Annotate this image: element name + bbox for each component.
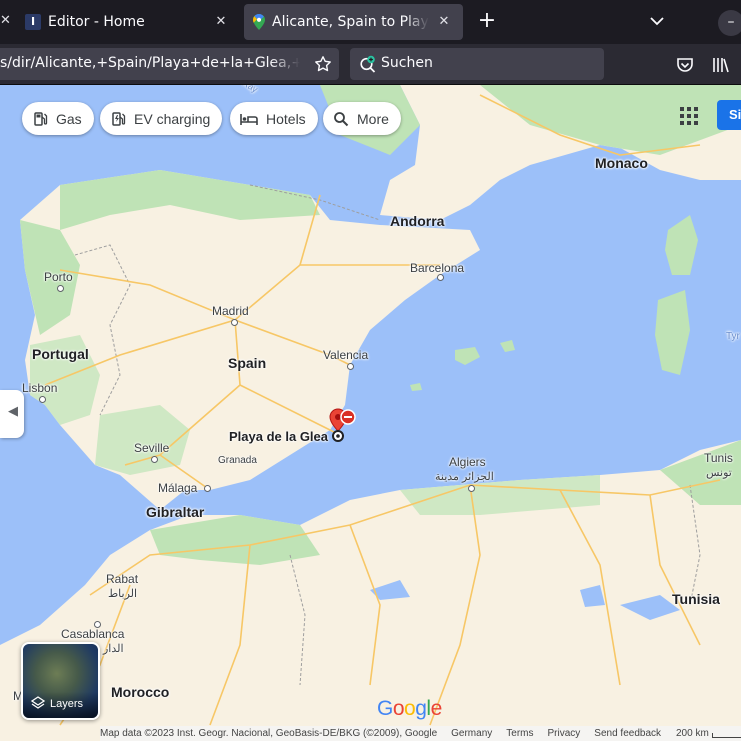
tab-editor-home[interactable]: I Editor - Home ✕ — [0, 4, 240, 40]
search-placeholder: Suchen — [381, 55, 433, 71]
map-data-attribution: Map data ©2023 Inst. Geogr. Nacional, Ge… — [100, 728, 438, 739]
map-label-seville[interactable]: Seville — [134, 441, 169, 455]
google-logo: Google — [377, 697, 442, 721]
map-label-barcelona[interactable]: Barcelona — [410, 261, 464, 275]
map-label-rabat-arabic: الرباط — [108, 588, 138, 600]
tab-bar: ✕ I Editor - Home ✕ Alicante, Spain to P… — [0, 0, 741, 44]
city-marker-malaga — [204, 485, 211, 492]
city-marker-porto — [57, 285, 64, 292]
google-logo-letter: G — [377, 697, 393, 720]
tab-google-maps[interactable]: Alicante, Spain to Playa de la Glea, Spa… — [244, 4, 463, 40]
google-logo-letter: e — [430, 697, 443, 720]
map-label-playa-de-la-glea[interactable]: Playa de la Glea — [229, 429, 328, 444]
map-label-malaga[interactable]: Málaga — [158, 481, 197, 495]
pocket-icon[interactable] — [676, 56, 694, 74]
editor-favicon-icon: I — [25, 14, 41, 30]
search-bar[interactable]: Suchen — [350, 48, 604, 80]
map-label-algiers-arabic: الجزائر مدينة — [435, 471, 494, 483]
map-label-casablanca-arabic: الدار — [103, 643, 124, 655]
map-label-valencia[interactable]: Valencia — [323, 348, 368, 362]
tab-title: Editor - Home — [48, 14, 145, 30]
map-label-tyr: Tyr — [726, 331, 740, 342]
google-logo-letter: g — [415, 697, 427, 720]
map-label-gibraltar[interactable]: Gibraltar — [146, 504, 204, 520]
search-engine-icon — [360, 55, 376, 73]
terms-link[interactable]: Terms — [506, 728, 533, 739]
more-filter-chip[interactable]: More — [323, 102, 401, 135]
more-label: More — [357, 110, 389, 127]
region-link[interactable]: Germany — [451, 728, 492, 739]
url-text[interactable]: s/dir/Alicante,+Spain/Playa+de+la+Glea,+… — [0, 55, 300, 71]
google-maps-favicon-icon — [253, 14, 265, 30]
ev-charging-filter-chip[interactable]: EV charging — [100, 102, 223, 135]
map-label-tunis[interactable]: Tunis — [704, 451, 733, 465]
sign-in-button[interactable]: Si — [717, 100, 741, 130]
collapse-side-panel-button[interactable]: ◀ — [0, 390, 24, 438]
map-label-morocco[interactable]: Morocco — [111, 684, 169, 700]
hotels-filter-chip[interactable]: Hotels — [230, 102, 318, 135]
close-tab-icon[interactable]: ✕ — [435, 13, 453, 31]
google-logo-letter: o — [392, 697, 405, 720]
send-feedback-link[interactable]: Send feedback — [594, 728, 661, 739]
layers-label-container: Layers — [23, 692, 98, 718]
ev-charging-label: EV charging — [134, 110, 211, 127]
city-marker-madrid — [231, 319, 238, 326]
map-footer: Map data ©2023 Inst. Geogr. Nacional, Ge… — [100, 726, 741, 741]
tab-title: Alicante, Spain to Playa de la Glea, Spa… — [272, 14, 429, 30]
library-icon[interactable] — [712, 56, 730, 74]
map-label-casablanca[interactable]: Casablanca — [61, 627, 124, 641]
map-label-rabat[interactable]: Rabat — [106, 572, 138, 586]
close-tab-icon[interactable]: ✕ — [212, 13, 230, 31]
search-icon — [334, 111, 349, 126]
chevron-down-icon[interactable] — [648, 12, 666, 30]
hotels-label: Hotels — [266, 110, 306, 127]
new-tab-icon[interactable]: + — [476, 10, 498, 32]
map-canvas[interactable]: Gas EV charging Hotels More Si ◀ Ray Mon… — [0, 85, 741, 741]
gas-filter-chip[interactable]: Gas — [22, 102, 94, 135]
layers-icon — [31, 696, 45, 709]
route-destination-marker[interactable] — [328, 407, 358, 443]
city-marker-seville — [151, 456, 158, 463]
map-label-madrid[interactable]: Madrid — [212, 304, 249, 318]
map-scale-bar[interactable] — [712, 733, 741, 738]
minimize-window-button[interactable]: – — [718, 10, 741, 36]
gas-station-icon — [34, 111, 48, 126]
google-logo-letter: o — [404, 697, 416, 720]
layers-button[interactable]: Layers — [21, 642, 100, 720]
map-label-tunisia[interactable]: Tunisia — [672, 591, 720, 607]
privacy-link[interactable]: Privacy — [548, 728, 581, 739]
gas-label: Gas — [56, 110, 82, 127]
map-label-andorra[interactable]: Andorra — [390, 213, 444, 229]
layers-label: Layers — [50, 698, 84, 710]
navigation-toolbar: s/dir/Alicante,+Spain/Playa+de+la+Glea,+… — [0, 44, 741, 85]
city-marker-algiers — [468, 485, 475, 492]
city-marker-valencia — [347, 363, 354, 370]
city-marker-casablanca — [94, 621, 101, 628]
ev-charging-icon — [112, 111, 126, 126]
url-bar[interactable]: s/dir/Alicante,+Spain/Playa+de+la+Glea,+… — [0, 48, 339, 80]
map-label-portugal[interactable]: Portugal — [32, 346, 89, 362]
map-label-algiers[interactable]: Algiers — [449, 455, 486, 469]
map-label-lisbon[interactable]: Lisbon — [22, 381, 57, 395]
hotel-bed-icon — [240, 113, 258, 125]
chevron-left-icon: ◀ — [8, 404, 18, 419]
map-scale-label[interactable]: 200 km — [676, 728, 709, 739]
map-label-monaco[interactable]: Monaco — [595, 155, 648, 171]
map-label-porto[interactable]: Porto — [44, 270, 73, 284]
map-label-spain[interactable]: Spain — [228, 355, 266, 371]
google-apps-grid-icon[interactable] — [679, 106, 699, 126]
bookmark-star-icon[interactable] — [314, 55, 332, 73]
map-label-tunis-arabic: تونس — [706, 467, 732, 479]
city-marker-lisbon — [39, 396, 46, 403]
city-marker-barcelona — [437, 274, 444, 281]
